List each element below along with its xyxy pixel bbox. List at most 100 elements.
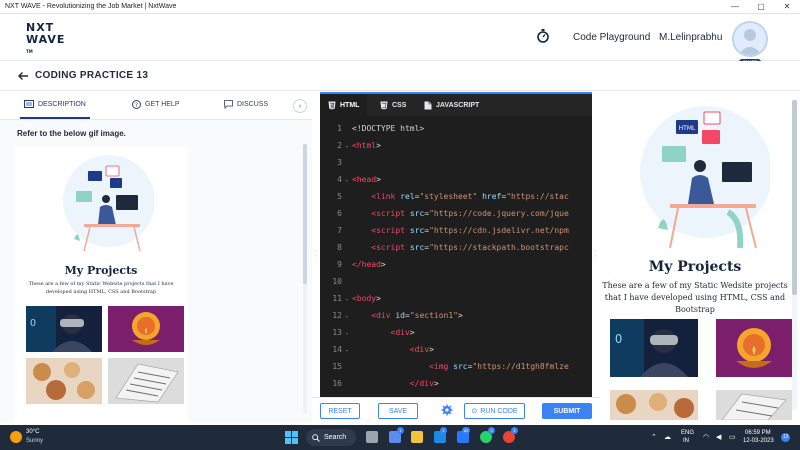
code-text: <div>	[390, 328, 415, 337]
cloud-icon[interactable]: ☁	[664, 433, 671, 441]
editor-footer: RESET SAVE ⊙ RUN CODE SUBMIT	[312, 397, 600, 422]
clock-time[interactable]: 06:59 PM	[745, 430, 771, 436]
help-icon: ?	[132, 100, 141, 109]
developer-illustration	[63, 155, 154, 252]
fold-chevron-icon[interactable]: ⌄	[345, 341, 349, 358]
notification-count[interactable]: 13	[781, 433, 790, 442]
code-line[interactable]: 6 <script src="https://code.jquery.com/j…	[320, 205, 592, 222]
svg-text:?: ?	[135, 102, 138, 109]
code-line[interactable]: 12 ⌄ <div id="section1">	[320, 307, 592, 324]
language-indicator[interactable]: ENG	[681, 430, 694, 436]
window-titlebar: NXT WAVE - Revolutionizing the Job Marke…	[0, 0, 800, 14]
sun-icon[interactable]	[10, 431, 22, 443]
line-number: 9	[337, 260, 342, 269]
output-thumb-diya	[716, 319, 792, 377]
description-icon	[24, 100, 34, 108]
line-number: 16	[332, 379, 342, 388]
code-editor[interactable]: HTML CSS JAVASCRIPT 1 <!DOCTYPE html> 2 ⌄ <h…	[320, 92, 592, 399]
tab-html[interactable]: HTML	[320, 94, 368, 116]
description-panel: DESCRIPTION ? GET HELP DISCUSS ‹ Refer t…	[0, 92, 312, 422]
clock-date[interactable]: 12-03-2023	[743, 438, 774, 444]
code-line[interactable]: 3	[320, 154, 592, 171]
save-button[interactable]: SAVE	[378, 403, 418, 419]
line-number: 3	[337, 158, 342, 167]
svg-text:O: O	[30, 318, 36, 329]
weather-temperature[interactable]: 30°C	[26, 429, 39, 435]
code-line[interactable]: 7 <script src="https://cdn.jsdelivr.net/…	[320, 222, 592, 239]
line-number: 15	[332, 362, 342, 371]
run-code-button[interactable]: ⊙ RUN CODE	[464, 403, 525, 419]
wifi-icon[interactable]: ◠	[703, 433, 709, 441]
file-explorer-icon[interactable]	[411, 431, 423, 443]
maximize-button[interactable]: ▢	[748, 0, 774, 14]
code-line[interactable]: 9 </head>	[320, 256, 592, 273]
line-number: 1	[337, 124, 342, 133]
discuss-icon	[224, 100, 233, 109]
avatar[interactable]	[732, 21, 768, 57]
code-line[interactable]: 16 </div>	[320, 375, 592, 392]
line-number: 13	[332, 328, 342, 337]
code-playground-icon[interactable]	[536, 28, 550, 44]
fold-chevron-icon[interactable]: ⌄	[345, 290, 349, 307]
tab-description[interactable]: DESCRIPTION	[20, 100, 90, 119]
tab-discuss[interactable]: DISCUSS	[224, 100, 268, 109]
code-area[interactable]: 1 <!DOCTYPE html> 2 ⌄ <html> 3 4 ⌄ <head> 5 <link…	[320, 120, 592, 399]
code-text: </head>	[352, 260, 386, 269]
windows-taskbar: 30°C Sunny Search 1 1 62 3 1 ⌃ ☁ ENG IN …	[0, 425, 800, 450]
code-line[interactable]: 8 <script src="https://stackpath.bootstr…	[320, 239, 592, 256]
code-line[interactable]: 1 <!DOCTYPE html>	[320, 120, 592, 137]
code-line[interactable]: 15 <img src="https://d1tgh8fmlze	[320, 358, 592, 375]
submit-button[interactable]: SUBMIT	[542, 403, 592, 419]
settings-gear-icon[interactable]	[441, 404, 453, 416]
region-indicator[interactable]: IN	[683, 438, 689, 444]
fold-chevron-icon[interactable]: ⌄	[345, 171, 349, 188]
line-number: 10	[332, 277, 342, 286]
output-developer-illustration: HTML	[640, 106, 770, 249]
code-line[interactable]: 11 ⌄ <body>	[320, 290, 592, 307]
output-scrollbar-thumb[interactable]	[792, 100, 797, 295]
tray-expand-icon[interactable]: ⌃	[651, 433, 657, 441]
nxtwave-logo[interactable]: NXT WAVE TM	[26, 22, 76, 55]
code-line[interactable]: 5 <link rel="stylesheet" href="https://s…	[320, 188, 592, 205]
whatsapp-badge: 3	[488, 427, 495, 434]
code-line[interactable]: 13 ⌄ <div>	[320, 324, 592, 341]
line-number: 6	[337, 209, 342, 218]
tab-css[interactable]: CSS	[372, 94, 414, 116]
output-description: These are a few of my Static Wedsite pro…	[602, 281, 788, 314]
output-thumb-vr: O	[610, 319, 698, 377]
left-scrollbar-thumb[interactable]	[303, 144, 307, 284]
minimize-button[interactable]: —	[722, 0, 748, 14]
output-preview[interactable]: HTML My Projects These are a few of my S…	[600, 94, 800, 422]
volume-icon[interactable]: ◀	[716, 433, 721, 441]
tab-get-help[interactable]: ? GET HELP	[132, 100, 180, 109]
battery-icon[interactable]: ▭	[729, 433, 736, 441]
code-line[interactable]: 4 ⌄ <head>	[320, 171, 592, 188]
task-view-icon[interactable]	[366, 431, 378, 443]
fold-chevron-icon[interactable]: ⌄	[345, 307, 349, 324]
svg-text:HTML: HTML	[679, 125, 696, 132]
code-line[interactable]: 10	[320, 273, 592, 290]
app-window: NXT WAVE - Revolutionizing the Job Marke…	[0, 0, 800, 450]
back-arrow-icon[interactable]	[17, 70, 29, 82]
output-thumb-food	[610, 390, 698, 420]
fold-chevron-icon[interactable]: ⌄	[345, 137, 349, 154]
weather-condition[interactable]: Sunny	[26, 438, 43, 444]
code-line[interactable]: 14 ⌄ <div>	[320, 341, 592, 358]
line-number: 4	[337, 175, 342, 184]
window-title: NXT WAVE - Revolutionizing the Job Marke…	[5, 3, 177, 10]
collapse-panel-button[interactable]: ‹	[293, 99, 307, 113]
left-resize-handle[interactable]: · · ·	[314, 248, 317, 263]
reset-button[interactable]: RESET	[320, 403, 360, 419]
search-icon	[312, 433, 320, 442]
windows-start-icon[interactable]	[285, 431, 298, 444]
user-name[interactable]: M.Lelinprabhu	[659, 32, 722, 43]
taskbar-search[interactable]: Search	[306, 429, 356, 446]
code-playground-link[interactable]: Code Playground	[573, 32, 650, 43]
tab-javascript[interactable]: JAVASCRIPT	[416, 94, 487, 116]
right-resize-handle[interactable]: · · ·	[594, 248, 597, 263]
code-line[interactable]: 2 ⌄ <html>	[320, 137, 592, 154]
code-text: <link rel="stylesheet" href="https://sta…	[371, 192, 569, 201]
close-window-button[interactable]: ✕	[774, 0, 800, 14]
fold-chevron-icon[interactable]: ⌄	[345, 324, 349, 341]
code-text: <body>	[352, 294, 381, 303]
